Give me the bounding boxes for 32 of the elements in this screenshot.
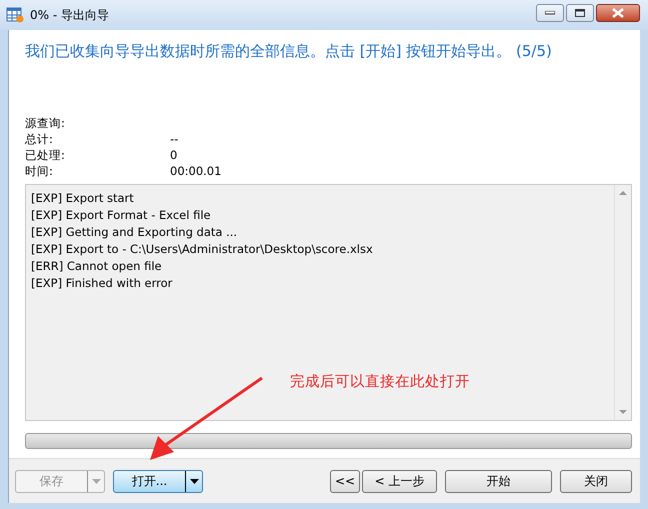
info-label: 总计: <box>25 131 54 147</box>
info-value: 0 <box>170 147 178 163</box>
split-button[interactable]: 打开... <box>113 470 203 492</box>
info-label: 时间: <box>25 163 54 179</box>
close-button[interactable] <box>596 4 640 22</box>
caret-icon <box>190 478 198 484</box>
log-line: [EXP] Getting and Exporting data ... <box>31 224 238 241</box>
minimize-icon <box>545 11 555 15</box>
minimize-button[interactable] <box>536 4 564 22</box>
button[interactable]: 开始 <box>445 470 552 492</box>
close-icon <box>612 8 624 18</box>
window-title: 0% - 导出向导 <box>30 6 110 24</box>
info-value: 00:00.01 <box>170 163 222 179</box>
log-line: [ERR] Cannot open file <box>31 258 163 275</box>
scroll-up-icon <box>619 191 627 195</box>
button[interactable]: 关闭 <box>560 470 632 492</box>
log-line: [EXP] Export start <box>31 190 135 207</box>
scroll-down-icon <box>619 410 627 414</box>
annotation-text: 完成后可以直接在此处打开 <box>290 372 470 391</box>
info-label: 已处理: <box>25 147 66 163</box>
log-line: [EXP] Export Format - Excel file <box>31 207 212 224</box>
instruction-text: 我们已收集向导导出数据时所需的全部信息。点击 [开始] 按钮开始导出。 (5/5) <box>24 41 553 62</box>
info-label: 源查询: <box>25 115 66 131</box>
log-line: [EXP] Finished with error <box>31 275 174 292</box>
maximize-button[interactable] <box>566 4 594 22</box>
caret-icon <box>92 478 100 484</box>
button[interactable]: << <box>330 470 360 492</box>
table-icon <box>6 7 24 23</box>
button[interactable]: < 上一步 <box>362 470 437 492</box>
info-value: -- <box>170 131 180 147</box>
maximize-icon <box>575 9 585 17</box>
log-line: [EXP] Export to - C:\Users\Administrator\Desktop\score.xlsx <box>31 241 374 258</box>
